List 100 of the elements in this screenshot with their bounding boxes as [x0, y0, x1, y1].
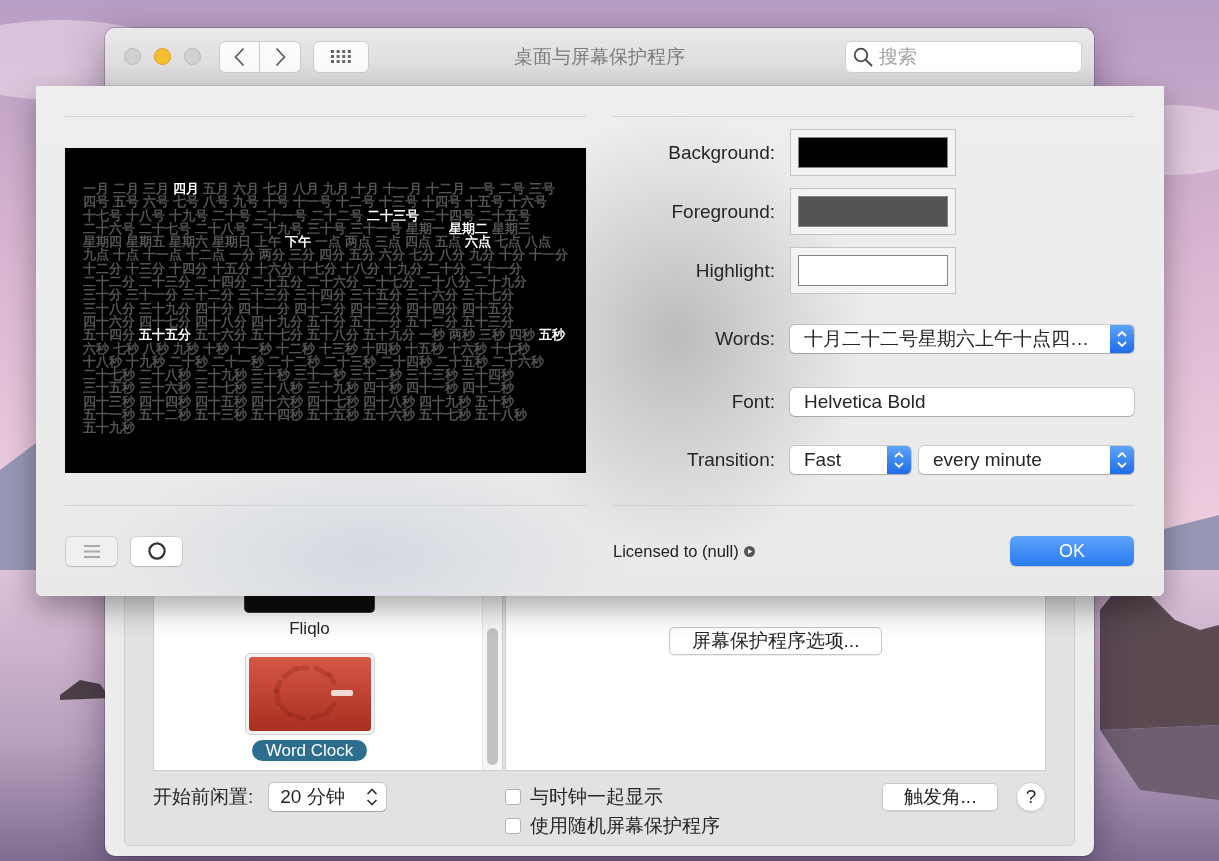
play-circle-icon[interactable]	[743, 545, 755, 557]
clock-word: 二十分	[427, 261, 466, 276]
screensaver-name[interactable]: Fliqlo	[275, 618, 344, 639]
clock-word: 六号	[143, 195, 169, 209]
clock-word: 十月	[353, 182, 379, 196]
clock-word: 三十一号	[350, 221, 402, 236]
clock-word: 九分	[469, 248, 495, 262]
screensaver-thumbnail[interactable]	[244, 594, 375, 613]
clock-word: 五十二分	[406, 314, 458, 329]
clock-word: 四十五秒	[195, 394, 247, 409]
clock-word: 二十七秒	[83, 368, 135, 382]
color-well[interactable]	[790, 247, 956, 294]
clock-word: 三十号	[307, 221, 346, 236]
clock-word: 四十九分	[251, 314, 303, 329]
clock-word: 二十六秒	[492, 354, 544, 369]
clock-word: 二号	[499, 182, 525, 196]
clock-word: 四十秒	[363, 381, 402, 395]
color-well[interactable]	[790, 129, 956, 176]
back-button[interactable]	[219, 40, 260, 73]
checkbox-label[interactable]: 使用随机屏幕保护程序	[530, 812, 720, 839]
scrollbar-thumb[interactable]	[487, 628, 498, 765]
clock-word: 二十一号	[255, 208, 307, 222]
clock-word: 四十一分	[238, 301, 290, 315]
clock-word: 七月	[263, 182, 289, 196]
clock-word: 二月	[113, 182, 139, 196]
words-popup[interactable]: 十月二十二号星期六上午十点四…	[790, 325, 1134, 353]
clock-word: 十二点	[186, 248, 225, 262]
clock-word: 五十一分	[350, 314, 402, 329]
clock-word: 二十九号	[251, 221, 303, 236]
clock-word: 十五分	[212, 261, 251, 276]
clock-word: 四十三分	[350, 301, 402, 315]
transition-interval-popup[interactable]: every minute	[919, 446, 1134, 474]
hot-corners-button[interactable]: 触发角...	[882, 783, 998, 811]
clock-word: 一号	[469, 182, 495, 196]
clock-word: 二十五分	[251, 275, 303, 289]
updown-chevron-icon	[1110, 446, 1134, 474]
clock-word: 十一号	[293, 195, 332, 209]
clock-word: 三十四分	[294, 288, 346, 302]
clock-word: 五十九分	[363, 328, 415, 342]
clock-word: 七点	[495, 235, 521, 249]
clock-word: 三十八分	[83, 301, 135, 315]
clock-word: 三十分	[83, 288, 122, 302]
clock-word: 三十九秒	[307, 381, 359, 395]
clock-word: 十四秒	[362, 341, 401, 355]
clock-word: 四分	[319, 248, 345, 262]
clock-word: 三号	[529, 182, 555, 196]
clock-word: 十一月	[383, 182, 422, 196]
clock-word: 四十七分	[139, 314, 191, 329]
clock-word: 星期六	[169, 235, 208, 249]
color-label: Background:	[667, 141, 775, 164]
clock-word: 三十三秒	[406, 368, 458, 382]
checkbox[interactable]	[505, 788, 521, 805]
clock-word: 两秒	[449, 328, 475, 342]
clock-word: 八号	[203, 195, 229, 209]
clock-word: 十四分	[169, 261, 208, 276]
clock-word: 五十分	[307, 314, 346, 329]
clock-word: 十八分	[341, 261, 380, 276]
clock-word: 两分	[259, 248, 285, 262]
clock-word: 四点	[405, 235, 431, 249]
clock-word: 四十二秒	[462, 381, 514, 395]
clock-word: 三十四秒	[462, 368, 514, 382]
clock-word: 三十二分	[182, 288, 234, 302]
clock-word: 五十秒	[475, 394, 514, 409]
search-field[interactable]: 搜索	[845, 40, 1082, 73]
color-well[interactable]	[790, 188, 956, 235]
checkbox[interactable]	[505, 817, 521, 834]
clock-word: 十九分	[384, 261, 423, 276]
clock-word: 五秒	[539, 328, 565, 342]
clock-word: 二十三分	[139, 275, 191, 289]
clock-word: 八分	[439, 248, 465, 262]
screensaver-name[interactable]: Word Clock	[251, 740, 368, 761]
forward-button[interactable]	[260, 40, 301, 73]
clock-word: 二十二号	[311, 208, 363, 222]
clock-word: 七秒	[113, 341, 139, 355]
clock-word: 四十四分	[406, 301, 458, 315]
checkbox-label[interactable]: 与时钟一起显示	[530, 783, 663, 810]
clock-word: 五号	[113, 195, 139, 209]
clock-word: 十六分	[255, 261, 294, 276]
font-field[interactable]: Helvetica Bold	[790, 388, 1134, 416]
clock-word: 二十四分	[195, 275, 247, 289]
transition-speed-popup[interactable]: Fast	[790, 446, 911, 474]
circle-button[interactable]	[131, 536, 182, 566]
clock-word: 二十一秒	[212, 354, 264, 369]
clock-word: 二十三秒	[324, 354, 376, 369]
clock-word: 三十二秒	[350, 368, 402, 382]
clock-word: 九号	[233, 195, 259, 209]
clock-word: 十八秒	[83, 354, 122, 369]
show-all-button[interactable]	[313, 40, 369, 73]
clock-word: 五十一秒	[83, 408, 135, 422]
help-button[interactable]: ?	[1016, 782, 1046, 812]
clock-word: 二十二分	[83, 275, 135, 289]
clock-word: 五十五分	[139, 328, 191, 342]
clock-word: 十二秒	[276, 341, 315, 355]
color-label: Highlight:	[694, 259, 775, 282]
chevron-right-icon	[274, 46, 286, 67]
idle-time-popup[interactable]: 20 分钟	[269, 783, 387, 811]
clock-word: 五十四秒	[251, 408, 303, 422]
clock-word: 十六号	[508, 195, 547, 209]
updown-chevron-icon	[366, 787, 379, 807]
screensaver-options-button[interactable]: 屏幕保护程序选项...	[668, 627, 883, 655]
